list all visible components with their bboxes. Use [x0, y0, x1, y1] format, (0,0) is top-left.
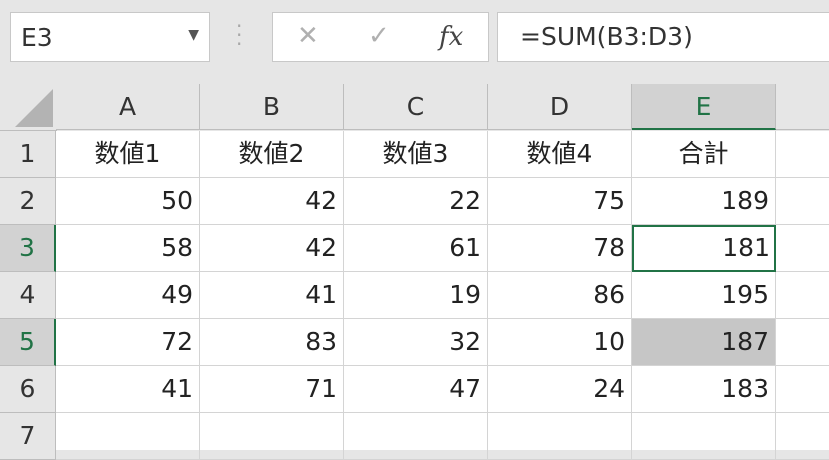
cell-e3[interactable]: 181 [632, 225, 776, 272]
column-header-next[interactable] [776, 84, 829, 130]
cell-c6[interactable]: 47 [344, 366, 488, 413]
row-header-1[interactable]: 1 [0, 131, 56, 178]
cell-b4[interactable]: 41 [200, 272, 344, 319]
cell-a5[interactable]: 72 [56, 319, 200, 366]
cell-d2[interactable]: 75 [488, 178, 632, 225]
cell-c3[interactable]: 61 [344, 225, 488, 272]
cell-b6[interactable]: 71 [200, 366, 344, 413]
cell-e2[interactable]: 189 [632, 178, 776, 225]
drag-handle-icon[interactable]: · · · [236, 16, 242, 54]
cell-b5[interactable]: 83 [200, 319, 344, 366]
name-box[interactable]: E3 ▼ [10, 12, 210, 62]
cell-c5[interactable]: 32 [344, 319, 488, 366]
name-box-value[interactable]: E3 [21, 23, 53, 52]
row-header-4[interactable]: 4 [0, 272, 56, 319]
cell-f6[interactable] [776, 366, 829, 413]
cell-e7[interactable] [632, 413, 776, 460]
formula-buttons: ✕ ✓ fx [272, 12, 489, 62]
cell-a1[interactable]: 数値1 [56, 131, 200, 178]
column-header-b[interactable]: B [200, 84, 344, 130]
cell-f1[interactable] [776, 131, 829, 178]
column-header-c[interactable]: C [344, 84, 488, 130]
cell-f7[interactable] [776, 413, 829, 460]
row-header-5[interactable]: 5 [0, 319, 56, 366]
cell-b2[interactable]: 42 [200, 178, 344, 225]
spreadsheet-grid: ABCDE 1 数値1 数値2 数値3 数値4 合計 2 50 42 22 75 189 3 58 42 61… [0, 84, 829, 460]
cell-b3[interactable]: 42 [200, 225, 344, 272]
cell-d4[interactable]: 86 [488, 272, 632, 319]
cell-b7[interactable] [200, 413, 344, 460]
cell-d6[interactable]: 24 [488, 366, 632, 413]
caret-down-icon[interactable]: ▼ [188, 27, 199, 43]
row-header-6[interactable]: 6 [0, 366, 56, 413]
cell-a3[interactable]: 58 [56, 225, 200, 272]
cell-a2[interactable]: 50 [56, 178, 200, 225]
cell-c1[interactable]: 数値3 [344, 131, 488, 178]
select-all-button[interactable] [0, 84, 57, 131]
cell-c2[interactable]: 22 [344, 178, 488, 225]
cell-e5[interactable]: 187 [632, 319, 776, 366]
enter-icon[interactable]: ✓ [368, 21, 390, 51]
cell-f5[interactable] [776, 319, 829, 366]
cell-e6[interactable]: 183 [632, 366, 776, 413]
cell-f3[interactable] [776, 225, 829, 272]
cell-f4[interactable] [776, 272, 829, 319]
cell-c7[interactable] [344, 413, 488, 460]
cell-e4[interactable]: 195 [632, 272, 776, 319]
row-header-2[interactable]: 2 [0, 178, 56, 225]
cell-b1[interactable]: 数値2 [200, 131, 344, 178]
formula-bar[interactable]: =SUM(B3:D3) [497, 12, 829, 62]
cell-d5[interactable]: 10 [488, 319, 632, 366]
select-all-icon [15, 89, 53, 127]
row-header-7[interactable]: 7 [0, 413, 56, 460]
cell-d3[interactable]: 78 [488, 225, 632, 272]
column-header-a[interactable]: A [56, 84, 200, 130]
column-header-d[interactable]: D [488, 84, 632, 130]
column-header-row: ABCDE [0, 84, 829, 131]
column-header-e[interactable]: E [632, 84, 776, 130]
cell-f2[interactable] [776, 178, 829, 225]
formula-input[interactable]: =SUM(B3:D3) [520, 22, 693, 51]
cell-a4[interactable]: 49 [56, 272, 200, 319]
row-header-3[interactable]: 3 [0, 225, 56, 272]
cell-c4[interactable]: 19 [344, 272, 488, 319]
cell-a7[interactable] [56, 413, 200, 460]
insert-function-button[interactable]: fx [439, 22, 463, 52]
cell-d7[interactable] [488, 413, 632, 460]
cell-a6[interactable]: 41 [56, 366, 200, 413]
cancel-icon[interactable]: ✕ [297, 21, 319, 51]
cell-d1[interactable]: 数値4 [488, 131, 632, 178]
cell-e1[interactable]: 合計 [632, 131, 776, 178]
